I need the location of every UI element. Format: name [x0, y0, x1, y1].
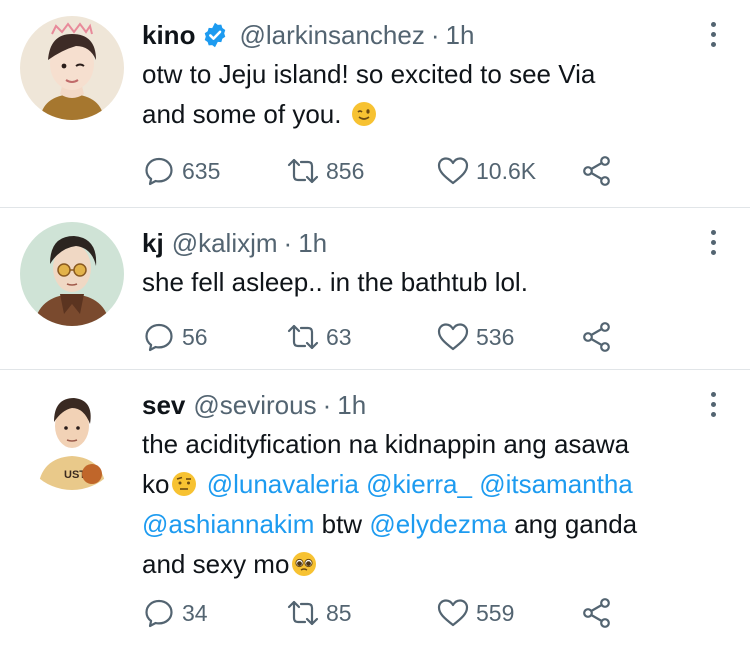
- tweet-actions: 635 856 10.6K: [142, 154, 620, 188]
- more-options-icon[interactable]: [706, 230, 720, 260]
- heart-icon: [437, 599, 469, 627]
- reply-count: 56: [182, 323, 208, 350]
- reply-button[interactable]: 56: [142, 320, 286, 354]
- share-icon: [583, 156, 610, 186]
- mention-link[interactable]: @ashiannakim: [142, 509, 314, 539]
- like-button[interactable]: 559: [436, 596, 580, 630]
- share-button[interactable]: [580, 320, 620, 354]
- pleading-face-icon: [292, 552, 317, 576]
- reply-icon: [145, 599, 173, 628]
- display-name[interactable]: kj: [142, 226, 164, 260]
- tweet-text-segment: and some of you.: [142, 99, 342, 129]
- tweet-feed: kino @larkinsanchez · 1h otw to Jeju isl…: [0, 0, 750, 654]
- tweet-text-line: she fell asleep.. in the bathtub lol.: [142, 267, 528, 297]
- reply-count: 635: [182, 157, 221, 184]
- display-name[interactable]: sev: [142, 388, 185, 422]
- reply-icon: [145, 323, 173, 352]
- avatar[interactable]: UST: [20, 386, 124, 490]
- tweet-text-line: and sexy mo: [142, 544, 690, 584]
- share-button[interactable]: [580, 154, 620, 188]
- tweet-text: otw to Jeju island! so excited to see Vi…: [142, 54, 690, 134]
- like-button[interactable]: 10.6K: [436, 154, 580, 188]
- tweet-text-line: otw to Jeju island! so excited to see Vi…: [142, 59, 596, 89]
- retweet-icon: [287, 324, 319, 350]
- reply-button[interactable]: 34: [142, 596, 286, 630]
- like-count: 10.6K: [476, 157, 537, 184]
- tweet-header: sev @sevirous · 1h: [142, 388, 690, 422]
- retweet-icon: [287, 158, 319, 184]
- tweet-actions: 56 63 536: [142, 320, 620, 354]
- tweet-text-line: @ashiannakim btw @elydezma ang ganda: [142, 504, 690, 544]
- tweet-text-line: and some of you.: [142, 94, 690, 134]
- tweet[interactable]: kino @larkinsanchez · 1h otw to Jeju isl…: [0, 0, 750, 208]
- retweet-button[interactable]: 856: [286, 154, 436, 188]
- tweet-header: kino @larkinsanchez · 1h: [142, 18, 690, 52]
- retweet-icon: [287, 600, 319, 626]
- face-with-raised-eyebrow-icon: [172, 472, 197, 496]
- tweet[interactable]: UST sev @sevirous · 1h the acidityficati…: [0, 370, 750, 654]
- avatar[interactable]: [20, 222, 124, 326]
- share-button[interactable]: [580, 596, 620, 630]
- avatar[interactable]: [20, 16, 124, 120]
- mention-link[interactable]: @itsamantha: [479, 469, 633, 499]
- tweet-content: sev @sevirous · 1h the acidityfication n…: [142, 388, 690, 584]
- verified-badge-icon: [205, 22, 226, 48]
- heart-icon: [437, 157, 469, 185]
- user-handle[interactable]: @larkinsanchez: [239, 18, 424, 52]
- like-count: 559: [476, 599, 515, 626]
- user-handle[interactable]: @sevirous: [193, 388, 316, 422]
- heart-icon: [437, 323, 469, 351]
- tweet-actions: 34 85 559: [142, 596, 620, 630]
- tweet-text-segment: and sexy mo: [142, 549, 290, 579]
- tweet-text-segment: ang ganda: [514, 509, 638, 539]
- like-button[interactable]: 536: [436, 320, 580, 354]
- mention-link[interactable]: @elydezma: [369, 509, 507, 539]
- more-options-icon[interactable]: [706, 392, 720, 422]
- retweet-count: 63: [326, 323, 352, 350]
- tweet-content: kj @kalixjm · 1h she fell asleep.. in th…: [142, 226, 690, 302]
- tweet-text-line: ko @lunavaleria @kierra_ @itsamantha: [142, 464, 690, 504]
- retweet-button[interactable]: 85: [286, 596, 436, 630]
- tweet-text-segment: ko: [142, 469, 170, 499]
- timestamp[interactable]: 1h: [298, 226, 327, 260]
- more-options-icon[interactable]: [706, 22, 720, 52]
- reply-button[interactable]: 635: [142, 154, 286, 188]
- tweet[interactable]: kj @kalixjm · 1h she fell asleep.. in th…: [0, 208, 750, 370]
- retweet-button[interactable]: 63: [286, 320, 436, 354]
- share-icon: [583, 598, 610, 628]
- user-handle[interactable]: @kalixjm: [172, 226, 278, 260]
- tweet-text-segment: btw: [321, 509, 363, 539]
- tweet-content: kino @larkinsanchez · 1h otw to Jeju isl…: [142, 18, 690, 134]
- display-name[interactable]: kino: [142, 18, 195, 52]
- reply-icon: [145, 157, 173, 186]
- reply-count: 34: [182, 599, 208, 626]
- like-count: 536: [476, 323, 515, 350]
- separator-dot: ·: [283, 228, 293, 258]
- share-icon: [583, 322, 610, 352]
- retweet-count: 85: [326, 599, 352, 626]
- mention-link[interactable]: @lunavaleria: [207, 469, 359, 499]
- tweet-text: the acidityfication na kidnappin ang asa…: [142, 424, 690, 584]
- tweet-text-line: the acidityfication na kidnappin ang asa…: [142, 429, 630, 459]
- tweet-header: kj @kalixjm · 1h: [142, 226, 690, 260]
- tweet-text: she fell asleep.. in the bathtub lol.: [142, 262, 690, 302]
- mention-link[interactable]: @kierra_: [366, 469, 472, 499]
- timestamp[interactable]: 1h: [337, 388, 366, 422]
- separator-dot: ·: [322, 390, 332, 420]
- timestamp[interactable]: 1h: [446, 18, 475, 52]
- winking-face-icon: [351, 102, 376, 126]
- retweet-count: 856: [326, 157, 365, 184]
- separator-dot: ·: [430, 20, 440, 50]
